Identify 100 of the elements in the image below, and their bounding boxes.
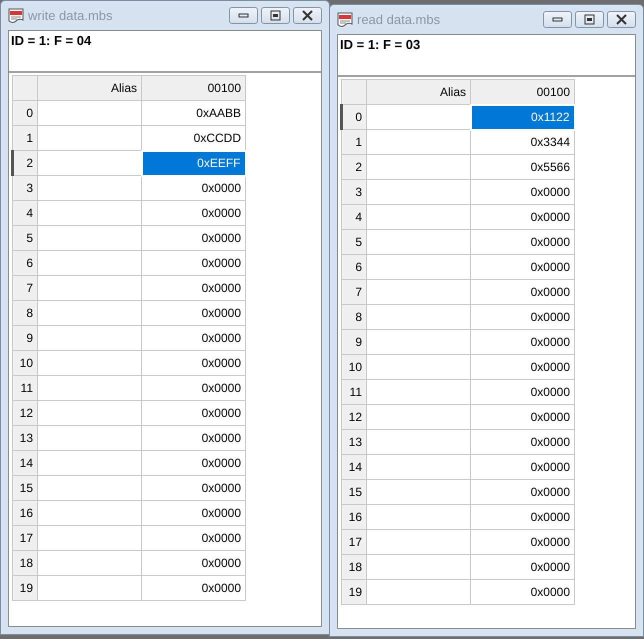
table-cell[interactable]: 0x0000 <box>470 504 574 530</box>
table-cell[interactable]: 0x0000 <box>470 254 574 280</box>
table-cell[interactable] <box>38 300 142 326</box>
row-header[interactable]: 12 <box>342 404 366 430</box>
table-cell[interactable] <box>38 350 142 376</box>
row-header[interactable]: 14 <box>12 450 38 476</box>
column-header[interactable]: Alias <box>38 76 142 100</box>
table-cell[interactable] <box>38 576 142 600</box>
row-header[interactable]: 6 <box>12 250 38 276</box>
table-cell[interactable] <box>38 326 142 350</box>
row-header[interactable]: 13 <box>342 430 366 454</box>
table-cell[interactable] <box>38 426 142 450</box>
row-header[interactable]: 15 <box>12 476 38 500</box>
table-cell[interactable] <box>366 454 470 480</box>
table-cell[interactable] <box>366 230 470 254</box>
minimize-button[interactable] <box>543 11 572 28</box>
table-cell[interactable] <box>38 226 142 250</box>
table-cell[interactable]: 0x0000 <box>470 454 574 480</box>
table-cell[interactable]: 0xAABB <box>142 100 246 126</box>
row-header[interactable]: 4 <box>342 204 366 230</box>
table-cell[interactable]: 0x5566 <box>470 154 574 180</box>
table-cell[interactable]: 0x0000 <box>470 580 574 604</box>
row-header[interactable]: 8 <box>342 304 366 330</box>
minimize-button[interactable] <box>229 7 258 24</box>
table-cell[interactable] <box>366 354 470 380</box>
table-cell[interactable]: 0x0000 <box>142 350 246 376</box>
table-cell[interactable]: 0x0000 <box>470 204 574 230</box>
row-header[interactable]: 2 <box>342 154 366 180</box>
table-cell[interactable]: 0x0000 <box>142 500 246 526</box>
table-cell[interactable]: 0x0000 <box>142 476 246 500</box>
table-cell[interactable] <box>366 530 470 554</box>
row-header[interactable]: 1 <box>12 126 38 150</box>
table-cell[interactable] <box>38 276 142 300</box>
table-cell[interactable] <box>38 100 142 126</box>
table-cell[interactable]: 0x3344 <box>470 130 574 154</box>
row-header[interactable]: 7 <box>12 276 38 300</box>
table-cell[interactable]: 0x0000 <box>142 250 246 276</box>
table-cell[interactable]: 0xEEFF <box>142 150 246 176</box>
table-cell[interactable]: 0x0000 <box>470 480 574 504</box>
table-cell[interactable] <box>366 304 470 330</box>
table-cell[interactable] <box>366 180 470 204</box>
column-header[interactable]: 00100 <box>142 76 246 100</box>
row-header[interactable]: 9 <box>12 326 38 350</box>
row-header[interactable]: 4 <box>12 200 38 226</box>
table-cell[interactable] <box>38 376 142 400</box>
table-cell[interactable] <box>38 476 142 500</box>
row-header[interactable]: 15 <box>342 480 366 504</box>
row-header[interactable]: 17 <box>12 526 38 550</box>
table-cell[interactable] <box>38 400 142 426</box>
table-cell[interactable] <box>38 450 142 476</box>
table-cell[interactable]: 0x0000 <box>142 300 246 326</box>
column-header[interactable]: 00100 <box>470 80 574 104</box>
table-cell[interactable]: 0x0000 <box>142 400 246 426</box>
row-header[interactable]: 0 <box>342 104 366 130</box>
table-cell[interactable]: 0x0000 <box>470 430 574 454</box>
row-header[interactable]: 18 <box>342 554 366 580</box>
row-header[interactable]: 5 <box>12 226 38 250</box>
row-header[interactable]: 1 <box>342 130 366 154</box>
table-cell[interactable]: 0x0000 <box>470 530 574 554</box>
table-cell[interactable] <box>366 404 470 430</box>
table-cell[interactable] <box>366 580 470 604</box>
table-cell[interactable]: 0x0000 <box>470 280 574 304</box>
table-cell[interactable] <box>366 430 470 454</box>
row-header[interactable]: 18 <box>12 550 38 576</box>
table-cell[interactable]: 0x0000 <box>142 226 246 250</box>
table-cell[interactable] <box>366 280 470 304</box>
row-header[interactable]: 6 <box>342 254 366 280</box>
row-header[interactable]: 14 <box>342 454 366 480</box>
row-header[interactable]: 11 <box>12 376 38 400</box>
table-cell[interactable]: 0x0000 <box>142 200 246 226</box>
table-cell[interactable] <box>38 250 142 276</box>
row-header[interactable]: 11 <box>342 380 366 404</box>
table-cell[interactable]: 0x0000 <box>142 576 246 600</box>
table-cell[interactable]: 0x0000 <box>470 180 574 204</box>
row-header[interactable]: 3 <box>342 180 366 204</box>
restore-button[interactable] <box>261 7 290 24</box>
row-header[interactable]: 9 <box>342 330 366 354</box>
table-cell[interactable]: 0x0000 <box>142 550 246 576</box>
table-cell[interactable] <box>366 154 470 180</box>
table-cell[interactable]: 0x0000 <box>470 380 574 404</box>
row-header[interactable]: 16 <box>12 500 38 526</box>
row-header[interactable]: 0 <box>12 100 38 126</box>
table-cell[interactable]: 0x1122 <box>470 104 574 130</box>
table-cell[interactable]: 0x0000 <box>142 276 246 300</box>
row-header[interactable]: 19 <box>12 576 38 600</box>
table-cell[interactable]: 0x0000 <box>142 376 246 400</box>
table-cell[interactable]: 0x0000 <box>142 450 246 476</box>
table-cell[interactable] <box>366 254 470 280</box>
row-header[interactable]: 2 <box>12 150 38 176</box>
close-button[interactable] <box>607 11 636 28</box>
row-header[interactable]: 19 <box>342 580 366 604</box>
row-header[interactable]: 10 <box>12 350 38 376</box>
table-cell[interactable]: 0x0000 <box>470 230 574 254</box>
row-header[interactable]: 10 <box>342 354 366 380</box>
table-cell[interactable] <box>366 504 470 530</box>
table-cell[interactable]: 0x0000 <box>470 304 574 330</box>
table-cell[interactable]: 0x0000 <box>470 330 574 354</box>
close-button[interactable] <box>293 7 322 24</box>
table-cell[interactable] <box>38 526 142 550</box>
row-header[interactable]: 7 <box>342 280 366 304</box>
